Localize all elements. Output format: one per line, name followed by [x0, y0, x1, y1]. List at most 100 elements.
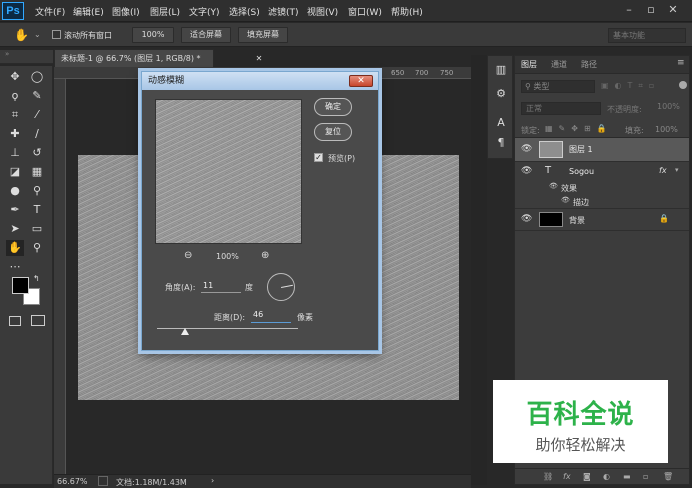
menu-select[interactable]: 选择(S): [229, 5, 260, 18]
add-style-icon[interactable]: fx: [563, 472, 571, 481]
brush-tool-icon[interactable]: ∕: [28, 126, 46, 142]
zoom-tool-icon[interactable]: ⚲: [28, 240, 46, 256]
opacity-field[interactable]: 100%: [655, 102, 687, 115]
eraser-tool-icon[interactable]: ◪: [6, 164, 24, 180]
distance-slider-thumb[interactable]: [181, 328, 190, 335]
menu-type[interactable]: 文字(Y): [189, 5, 220, 18]
scroll-all-checkbox[interactable]: [52, 30, 61, 39]
move-tool-icon[interactable]: ✥: [6, 69, 24, 85]
lasso-tool-icon[interactable]: ϙ: [6, 88, 24, 104]
panel-menu-icon[interactable]: ≡: [677, 58, 685, 68]
preview-checkbox[interactable]: ✓: [314, 153, 323, 162]
effect-eye-icon[interactable]: 👁: [561, 196, 570, 204]
clone-stamp-tool-icon[interactable]: ⊥: [6, 145, 24, 161]
swap-colors-icon[interactable]: ↰: [33, 274, 40, 283]
layer-name[interactable]: 图层 1: [569, 144, 593, 155]
new-group-icon[interactable]: ▬: [623, 472, 631, 481]
layers-footer: ⛓ fx ◙ ◐ ▬ ▫ 🗑: [515, 468, 689, 484]
link-layers-icon[interactable]: ⛓: [543, 472, 553, 481]
distance-slider[interactable]: [157, 328, 298, 329]
hand-tool-icon[interactable]: ✋: [14, 28, 29, 42]
adjustment-layer-icon[interactable]: ◐: [603, 472, 610, 481]
history-brush-tool-icon[interactable]: ↺: [28, 145, 46, 161]
dodge-tool-icon[interactable]: ⚲: [28, 183, 46, 199]
layer-row-sogou[interactable]: 👁 T Sogou fx ▾: [515, 162, 689, 182]
document-tab[interactable]: 未标题-1 @ 66.7% (图层 1, RGB/8) * ✕: [54, 49, 262, 67]
eyedropper-tool-icon[interactable]: ⁄: [28, 107, 46, 123]
close-icon[interactable]: ✕: [349, 75, 373, 87]
visibility-eye-icon[interactable]: 👁: [521, 144, 533, 154]
tab-close-icon[interactable]: ✕: [253, 50, 265, 67]
close-icon[interactable]: ✕: [665, 3, 681, 17]
type-tool-icon[interactable]: T: [28, 202, 46, 218]
effect-eye-icon[interactable]: 👁: [549, 182, 558, 190]
delete-layer-icon[interactable]: 🗑: [663, 472, 673, 481]
visibility-eye-icon[interactable]: 👁: [521, 214, 533, 224]
zoom-level[interactable]: 66.67%: [57, 477, 88, 486]
character-panel-icon[interactable]: A: [492, 115, 510, 131]
menu-help[interactable]: 帮助(H): [391, 5, 423, 18]
lock-icons[interactable]: ▦✎✥⊞🔒: [545, 124, 613, 133]
quick-select-tool-icon[interactable]: ✎: [28, 88, 46, 104]
layer-name[interactable]: Sogou: [569, 167, 594, 176]
healing-brush-tool-icon[interactable]: ✚: [6, 126, 24, 142]
menu-image[interactable]: 图像(I): [112, 5, 140, 18]
add-mask-icon[interactable]: ◙: [583, 472, 591, 481]
tab-layers[interactable]: 图层: [521, 59, 537, 70]
expand-effects-icon[interactable]: ▾: [675, 166, 679, 174]
pen-tool-icon[interactable]: ✒: [6, 202, 24, 218]
fill-screen-button[interactable]: 填充屏幕: [238, 27, 288, 43]
dialog-titlebar[interactable]: 动感模糊 ✕: [142, 72, 378, 90]
angle-label: 角度(A):: [165, 283, 196, 292]
ok-button[interactable]: 确定: [314, 98, 352, 116]
menu-layer[interactable]: 图层(L): [150, 5, 180, 18]
reset-button[interactable]: 复位: [314, 123, 352, 141]
visibility-eye-icon[interactable]: 👁: [521, 166, 533, 176]
marquee-tool-icon[interactable]: ◯: [28, 69, 46, 85]
rectangle-tool-icon[interactable]: ▭: [28, 221, 46, 237]
filter-icons[interactable]: ▣◐T⌗▫: [601, 81, 660, 91]
foreground-color-swatch[interactable]: [12, 277, 29, 294]
paragraph-panel-icon[interactable]: ¶: [492, 135, 510, 151]
crop-tool-icon[interactable]: ⌗: [6, 107, 24, 123]
filter-toggle-icon[interactable]: [679, 81, 687, 89]
layer-name[interactable]: 背景: [569, 215, 585, 226]
menu-file[interactable]: 文件(F): [35, 5, 65, 18]
tab-paths[interactable]: 路径: [581, 59, 597, 70]
tool-preset-chevron-icon[interactable]: ⌄: [34, 30, 41, 39]
angle-unit: 度: [245, 283, 253, 292]
tab-channels[interactable]: 通道: [551, 59, 567, 70]
quick-mask-icon[interactable]: [9, 316, 21, 326]
more-tools-icon[interactable]: ⋯: [6, 259, 24, 275]
screen-mode-icon[interactable]: [31, 315, 45, 326]
menu-edit[interactable]: 编辑(E): [73, 5, 104, 18]
kind-filter-select[interactable]: ⚲ 类型: [521, 80, 595, 93]
hand-tool-icon[interactable]: ✋: [6, 240, 24, 256]
menu-view[interactable]: 视图(V): [307, 5, 338, 18]
menu-filter[interactable]: 滤镜(T): [268, 5, 299, 18]
preview-image[interactable]: [155, 99, 302, 244]
path-select-tool-icon[interactable]: ➤: [6, 221, 24, 237]
layer-row-background[interactable]: 👁 背景 🔒: [515, 209, 689, 231]
gradient-tool-icon[interactable]: ▦: [28, 164, 46, 180]
blend-mode-select[interactable]: 正常: [521, 102, 601, 115]
angle-input[interactable]: 11: [201, 281, 241, 293]
properties-panel-icon[interactable]: ⚙: [492, 86, 510, 102]
new-layer-icon[interactable]: ▫: [643, 472, 648, 481]
blur-tool-icon[interactable]: ●: [6, 183, 24, 199]
zoom-100-button[interactable]: 100%: [132, 27, 174, 43]
fit-screen-button[interactable]: 适合屏幕: [181, 27, 231, 43]
minimize-icon[interactable]: –: [621, 3, 637, 17]
maximize-icon[interactable]: ▫: [643, 3, 659, 17]
fill-field[interactable]: 100%: [655, 125, 678, 134]
menu-window[interactable]: 窗口(W): [348, 5, 382, 18]
fx-badge[interactable]: fx: [659, 166, 667, 175]
zoom-in-icon[interactable]: ⊕: [261, 250, 269, 261]
angle-dial[interactable]: [267, 273, 295, 301]
history-panel-icon[interactable]: ▥: [492, 62, 510, 78]
workspace-select[interactable]: 基本功能: [608, 28, 686, 43]
status-menu-arrow-icon[interactable]: ›: [211, 476, 214, 485]
layer-row-1[interactable]: 👁 图层 1: [515, 138, 689, 162]
zoom-out-icon[interactable]: ⊖: [184, 250, 192, 261]
distance-input[interactable]: 46: [251, 310, 291, 323]
